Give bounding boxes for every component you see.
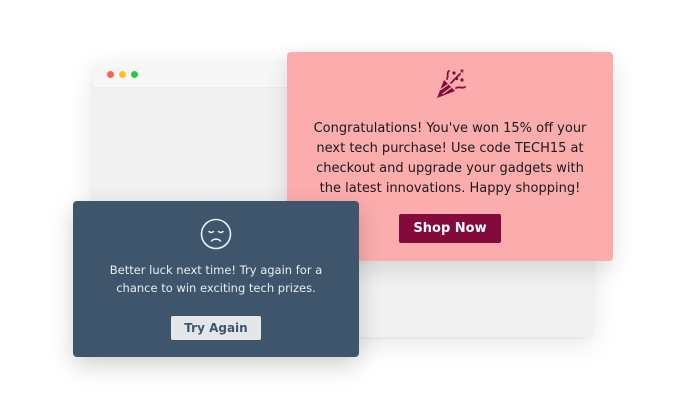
maximize-window-button[interactable] [131,71,138,78]
lose-message: Better luck next time! Try again for a c… [109,263,323,295]
lose-popup: Better luck next time! Try again for a c… [73,201,359,357]
party-popper-icon [433,68,467,102]
try-again-button[interactable]: Try Again [171,316,261,340]
minimize-window-button[interactable] [119,71,126,78]
close-window-button[interactable] [107,71,114,78]
stage: Congratulations! You've won 15% off your… [0,0,685,400]
sad-face-icon [200,218,232,250]
win-message: Congratulations! You've won 15% off your… [313,121,587,196]
shop-now-button[interactable]: Shop Now [399,214,501,243]
